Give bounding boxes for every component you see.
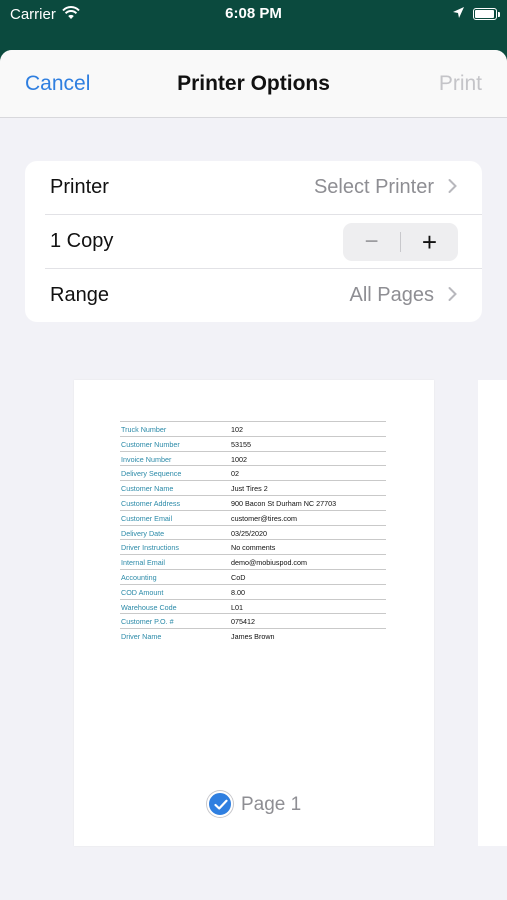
row-label: Accounting <box>121 572 157 582</box>
row-value: No comments <box>231 543 276 553</box>
row-label: Truck Number <box>121 425 167 434</box>
status-time: 6:08 PM <box>225 5 282 22</box>
row-label: Customer Email <box>121 513 173 523</box>
row-label: Customer Address <box>121 498 181 508</box>
copies-row: 1 Copy − + <box>25 215 482 268</box>
table-row: Customer Email customer@tires.com <box>120 511 386 526</box>
table-row: Driver Instructions No comments <box>120 540 386 556</box>
nav-bar: Cancel Printer Options Print <box>0 50 507 118</box>
increment-button[interactable]: + <box>401 223 458 261</box>
battery-icon <box>473 8 500 20</box>
table-row: Accounting CoD <box>120 570 386 585</box>
row-label: Delivery Date <box>121 528 165 538</box>
row-value: Just Tires 2 <box>231 484 268 494</box>
row-label: Customer Name <box>121 484 174 494</box>
page-preview[interactable]: Truck Number 102 Customer Number 53155 Invoi… <box>74 380 434 846</box>
row-value: 8.00 <box>231 587 245 597</box>
printer-value: Select Printer <box>313 176 434 198</box>
chevron-right-icon <box>448 285 457 308</box>
row-value: 03/25/2020 <box>231 528 267 538</box>
row-value: 1002 <box>231 454 247 464</box>
row-label: Delivery Sequence <box>121 469 182 479</box>
row-label: COD Amount <box>121 587 164 597</box>
chevron-right-icon <box>448 177 457 200</box>
row-value: 53155 <box>231 439 251 449</box>
range-label: Range <box>50 284 109 306</box>
row-value: 900 Bacon St Durham NC 27703 <box>231 498 337 508</box>
range-value: All Pages <box>349 284 435 306</box>
row-value: James Brown <box>231 632 275 642</box>
decrement-button[interactable]: − <box>343 223 400 261</box>
location-arrow-icon <box>452 6 465 23</box>
table-row: Truck Number 102 <box>120 422 386 437</box>
row-label: Customer P.O. # <box>121 617 174 627</box>
options-group: Printer Select Printer 1 Copy − + Range … <box>25 161 482 322</box>
printer-options-sheet: Cancel Printer Options Print Printer Sel… <box>0 50 507 900</box>
table-row: Delivery Sequence 02 <box>120 466 386 482</box>
status-bar: Carrier 6:08 PM <box>0 0 507 30</box>
page-title: Printer Options <box>177 72 330 95</box>
table-row: COD Amount 8.00 <box>120 585 386 600</box>
row-value: 02 <box>231 469 239 479</box>
next-page-preview[interactable] <box>478 380 507 846</box>
table-row: Customer Name Just Tires 2 <box>120 481 386 496</box>
checkmark-circle-icon[interactable] <box>207 791 233 817</box>
row-label: Invoice Number <box>121 454 172 464</box>
row-label: Customer Number <box>121 439 180 449</box>
table-row: Driver Name James Brown <box>120 629 386 644</box>
table-row: Warehouse Code L01 <box>120 600 386 615</box>
page-number-label: Page 1 <box>241 794 302 815</box>
row-value: 102 <box>231 425 243 434</box>
range-row[interactable]: Range All Pages <box>25 269 482 322</box>
row-value: customer@tires.com <box>231 513 298 523</box>
document-table: Truck Number 102 Customer Number 53155 Invoi… <box>120 421 386 644</box>
table-row: Delivery Date 03/25/2020 <box>120 526 386 541</box>
printer-label: Printer <box>50 176 109 198</box>
row-label: Driver Instructions <box>121 543 179 553</box>
print-button[interactable]: Print <box>439 72 482 96</box>
table-row: Customer Address 900 Bacon St Durham NC 2… <box>120 496 386 511</box>
row-label: Warehouse Code <box>121 602 177 612</box>
table-row: Internal Email demo@mobiuspod.com <box>120 555 386 570</box>
row-label: Driver Name <box>121 632 162 642</box>
printer-row[interactable]: Printer Select Printer <box>25 161 482 214</box>
row-value: 075412 <box>231 617 255 627</box>
row-value: demo@mobiuspod.com <box>231 558 308 568</box>
table-row: Customer Number 53155 <box>120 437 386 452</box>
row-value: CoD <box>231 572 246 582</box>
table-row: Invoice Number 1002 <box>120 452 386 467</box>
row-label: Internal Email <box>121 558 165 568</box>
row-value: L01 <box>231 602 243 612</box>
copies-stepper[interactable]: − + <box>343 223 458 261</box>
copies-label: 1 Copy <box>50 230 114 252</box>
page-select-toggle[interactable]: Page 1 <box>207 791 317 819</box>
table-row: Customer P.O. # 075412 <box>120 614 386 630</box>
